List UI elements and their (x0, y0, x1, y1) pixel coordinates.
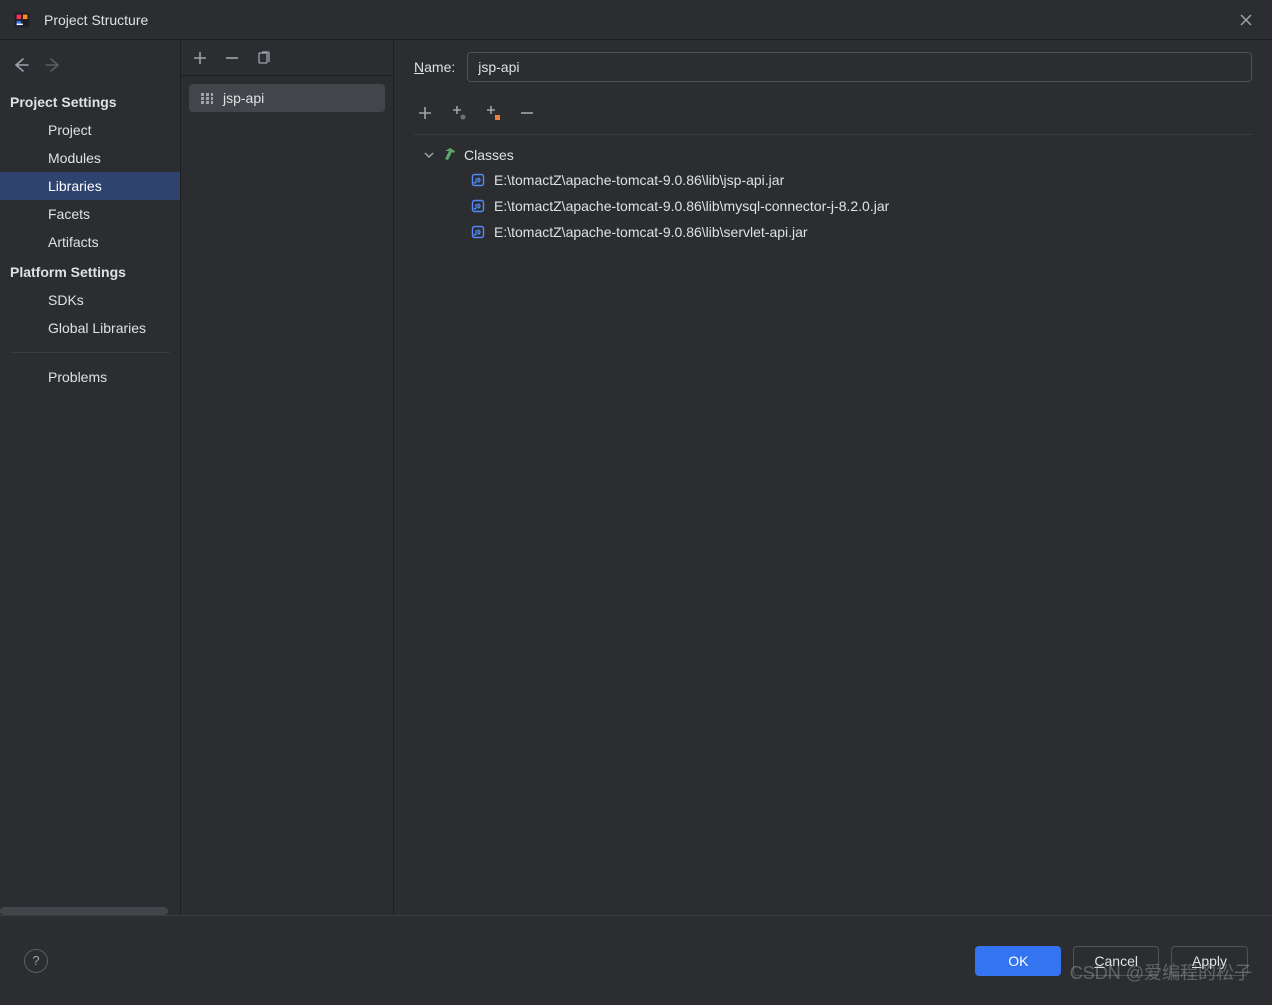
remove-item-icon[interactable] (518, 104, 536, 122)
back-icon[interactable] (12, 56, 30, 74)
forward-icon[interactable] (44, 56, 62, 74)
hammer-icon (442, 147, 458, 163)
settings-sidebar: Project Settings Project Modules Librari… (0, 40, 181, 915)
tree-node-classes[interactable]: Classes (414, 143, 1252, 167)
menu-problems[interactable]: Problems (0, 363, 180, 391)
jar-icon (470, 224, 486, 240)
scrollbar-horizontal[interactable] (0, 907, 168, 915)
jar-entry[interactable]: E:\tomactZ\apache-tomcat-9.0.86\lib\jsp-… (414, 167, 1252, 193)
remove-icon[interactable] (223, 49, 241, 67)
menu-artifacts[interactable]: Artifacts (0, 228, 180, 256)
help-icon[interactable]: ? (24, 949, 48, 973)
name-label: Name: (414, 59, 455, 75)
menu-project[interactable]: Project (0, 116, 180, 144)
jar-icon (470, 172, 486, 188)
jar-path: E:\tomactZ\apache-tomcat-9.0.86\lib\serv… (494, 224, 808, 240)
add-orange-icon[interactable] (484, 104, 502, 122)
name-input[interactable] (467, 52, 1252, 82)
jar-icon (470, 198, 486, 214)
tree-root-label: Classes (464, 147, 514, 163)
divider (10, 352, 170, 353)
ok-button[interactable]: OK (975, 946, 1061, 976)
menu-modules[interactable]: Modules (0, 144, 180, 172)
library-list-panel: jsp-api (181, 40, 394, 915)
library-item-label: jsp-api (223, 90, 264, 106)
watermark: CSDN @爱编程的松子 (1070, 959, 1252, 985)
jar-path: E:\tomactZ\apache-tomcat-9.0.86\lib\jsp-… (494, 172, 784, 188)
add-icon[interactable] (191, 49, 209, 67)
jar-entry[interactable]: E:\tomactZ\apache-tomcat-9.0.86\lib\mysq… (414, 193, 1252, 219)
menu-sdks[interactable]: SDKs (0, 286, 180, 314)
titlebar: Project Structure (0, 0, 1272, 40)
jar-entry[interactable]: E:\tomactZ\apache-tomcat-9.0.86\lib\serv… (414, 219, 1252, 245)
section-header-project: Project Settings (0, 86, 180, 116)
section-header-platform: Platform Settings (0, 256, 180, 286)
chevron-down-icon[interactable] (422, 148, 436, 162)
intellij-icon (12, 10, 32, 30)
add-with-modifier-icon[interactable] (450, 104, 468, 122)
menu-libraries[interactable]: Libraries (0, 172, 180, 200)
classes-tree: Classes E:\tomactZ\apache-tomcat-9.0.86\… (414, 134, 1252, 245)
window-title: Project Structure (44, 12, 1232, 28)
library-toolbar (181, 40, 393, 76)
add-item-icon[interactable] (416, 104, 434, 122)
library-detail-panel: Name: Cl (394, 40, 1272, 915)
menu-global-libraries[interactable]: Global Libraries (0, 314, 180, 342)
main-content: Project Settings Project Modules Librari… (0, 40, 1272, 915)
library-item-jsp-api[interactable]: jsp-api (189, 84, 385, 112)
menu-facets[interactable]: Facets (0, 200, 180, 228)
close-icon[interactable] (1232, 6, 1260, 34)
detail-toolbar (414, 98, 1252, 128)
jar-path: E:\tomactZ\apache-tomcat-9.0.86\lib\mysq… (494, 198, 889, 214)
copy-icon[interactable] (255, 49, 273, 67)
library-icon (199, 90, 215, 106)
